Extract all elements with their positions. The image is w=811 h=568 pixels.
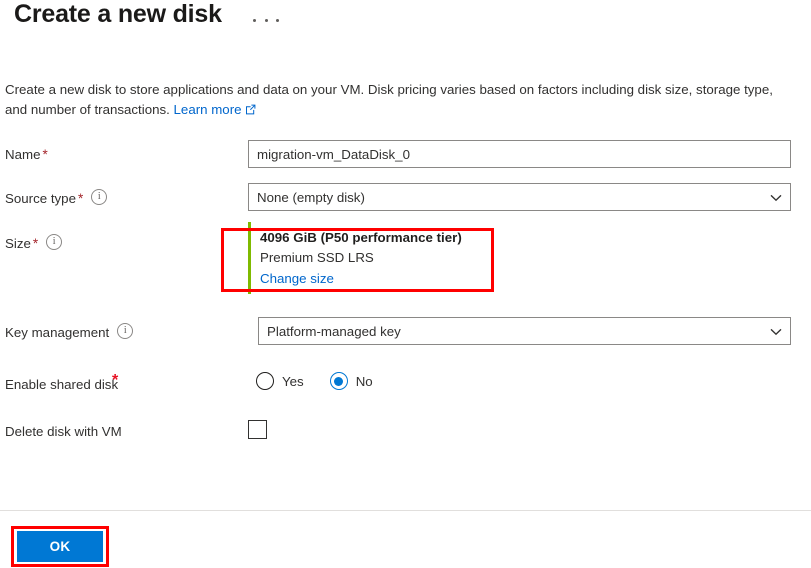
form-row-key-management: Key management Platform-managed key	[0, 317, 811, 357]
external-link-icon	[245, 101, 256, 121]
radio-circle-yes	[256, 372, 274, 390]
name-label: Name *	[5, 147, 48, 162]
required-asterisk: *	[42, 147, 48, 162]
delete-disk-with-vm-checkbox[interactable]	[248, 420, 267, 439]
ellipsis-dot	[253, 18, 256, 22]
info-icon[interactable]	[91, 188, 108, 206]
radio-label-yes: Yes	[282, 373, 304, 389]
enable-shared-disk-radio-group[interactable]: Yes No	[256, 372, 373, 390]
size-summary-block: 4096 GiB (P50 performance tier) Premium …	[248, 222, 492, 294]
chevron-down-icon	[770, 190, 782, 205]
ellipsis-dot	[276, 18, 279, 22]
radio-label-no: No	[355, 373, 373, 389]
page-header: Create a new disk	[0, 0, 811, 62]
change-size-link[interactable]: Change size	[260, 271, 334, 286]
ok-button[interactable]: OK	[17, 531, 103, 562]
info-icon[interactable]	[117, 322, 134, 340]
form-row-enable-shared-disk: Enable shared disk * Yes No	[0, 372, 811, 402]
ellipsis-horizontal-icon[interactable]	[253, 10, 279, 30]
radio-option-yes[interactable]: Yes	[256, 372, 304, 390]
description-body: Create a new disk to store applications …	[5, 82, 773, 117]
source-type-dropdown[interactable]: None (empty disk)	[248, 183, 791, 211]
size-accent-bar	[248, 222, 251, 294]
size-label: Size *	[5, 233, 63, 253]
required-asterisk: *	[112, 372, 119, 389]
radio-circle-no	[329, 372, 348, 390]
radio-option-no[interactable]: No	[329, 372, 373, 390]
info-icon[interactable]	[46, 233, 63, 251]
ellipsis-dot	[264, 18, 268, 22]
size-sku: Premium SSD LRS	[260, 250, 374, 265]
required-asterisk: *	[77, 191, 84, 206]
delete-disk-with-vm-label: Delete disk with VM	[5, 424, 122, 439]
name-input[interactable]	[248, 140, 791, 168]
source-type-value: None (empty disk)	[257, 189, 365, 205]
footer-divider	[0, 510, 811, 511]
enable-shared-disk-label: Enable shared disk *	[5, 372, 119, 392]
form-row-delete-disk-with-vm: Delete disk with VM	[0, 420, 811, 450]
chevron-down-icon	[770, 324, 782, 339]
required-asterisk: *	[32, 236, 39, 251]
source-type-label: Source type *	[5, 188, 108, 208]
page-title: Create a new disk	[14, 0, 222, 28]
learn-more-link[interactable]: Learn more	[174, 102, 242, 117]
size-value: 4096 GiB (P50 performance tier)	[260, 230, 462, 245]
form-row-source-type: Source type* None (empty disk)	[0, 183, 811, 223]
key-management-value: Platform-managed key	[267, 323, 401, 339]
key-management-dropdown[interactable]: Platform-managed key	[258, 317, 791, 345]
description-text: Create a new disk to store applications …	[5, 80, 795, 121]
form-row-size: Size* 4096 GiB (P50 performance tier) Pr…	[0, 222, 811, 300]
key-management-label: Key management	[5, 322, 134, 342]
form-row-name: Name *	[0, 140, 811, 180]
